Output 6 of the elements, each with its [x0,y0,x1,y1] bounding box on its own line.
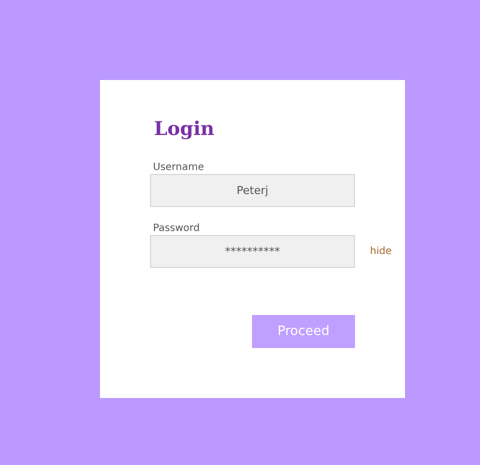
login-title: Login [154,118,214,140]
field-label: Password [153,223,200,234]
hide-link[interactable]: hide [370,246,392,257]
username-field[interactable]: Peterj [150,174,355,207]
password-field[interactable]: ********** [150,235,355,268]
field-label: Username [153,162,204,173]
